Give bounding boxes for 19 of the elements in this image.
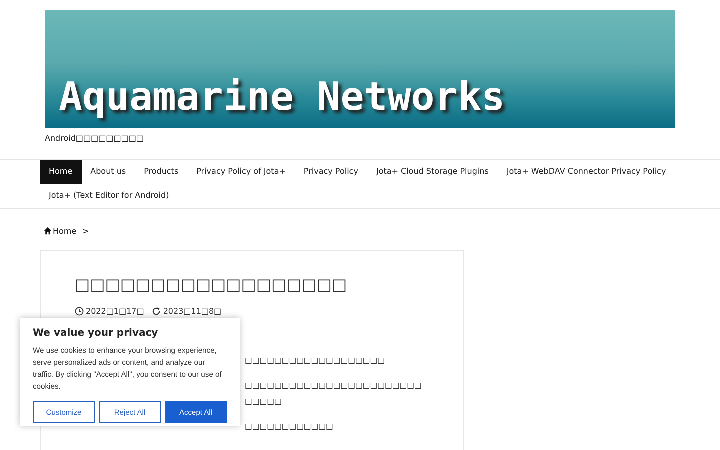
nav-item[interactable]: Home bbox=[40, 160, 82, 184]
nav-item[interactable]: Privacy Policy bbox=[294, 160, 368, 184]
refresh-icon bbox=[152, 307, 162, 316]
home-icon bbox=[44, 227, 52, 235]
nav-item[interactable]: Jota+ (Text Editor for Android) bbox=[40, 184, 178, 208]
nav-item[interactable]: Privacy Policy of Jota+ bbox=[188, 160, 295, 184]
nav-item[interactable]: Jota+ WebDAV Connector Privacy Policy bbox=[498, 160, 676, 184]
nav-item[interactable]: Products bbox=[135, 160, 188, 184]
site-banner[interactable]: Aquamarine Networks bbox=[45, 10, 675, 128]
breadcrumb-separator: > bbox=[82, 226, 90, 236]
nav-item[interactable]: Jota+ Cloud Storage Plugins bbox=[367, 160, 498, 184]
published-date: 2022□1□17□ bbox=[86, 307, 144, 316]
site-tagline: Android□□□□□□□□□ bbox=[45, 134, 145, 145]
clock-icon bbox=[75, 307, 84, 316]
nav-item[interactable]: About us bbox=[82, 160, 136, 184]
breadcrumb-home-link[interactable]: Home bbox=[44, 226, 77, 236]
cookie-title: We value your privacy bbox=[33, 328, 160, 339]
updated-date: 2023□11□8□ bbox=[163, 307, 222, 316]
article-title: □□□□□□□□□□□□□□□□□□ bbox=[75, 274, 348, 296]
